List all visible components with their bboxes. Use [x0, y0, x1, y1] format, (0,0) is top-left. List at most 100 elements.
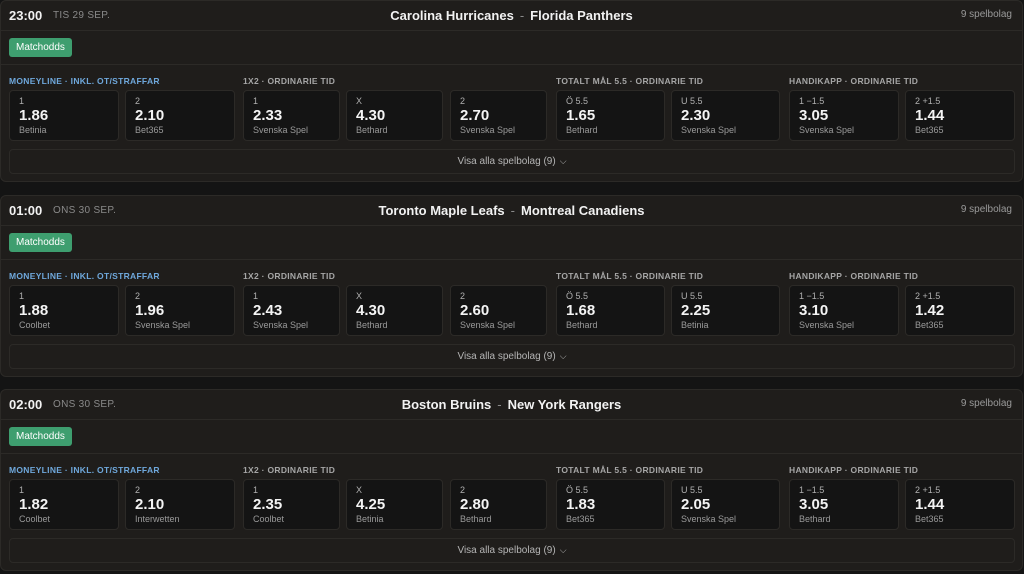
odds-outcome: X [356, 96, 363, 106]
odds-value: 2.70 [460, 107, 490, 124]
odds-value: 1.83 [566, 496, 596, 513]
odds-outcome: U 5.5 [681, 485, 703, 495]
market-label-1x2: 1X2 · ORDINARIE TID [243, 76, 336, 86]
market-label-moneyline: MONEYLINE · INKL. OT/STRAFFAR [9, 271, 160, 281]
home-team[interactable]: Toronto Maple Leafs [378, 203, 504, 218]
odds-button[interactable]: 2 +1.5 1.44 Bet365 [905, 90, 1015, 141]
odds-outcome: X [356, 485, 363, 495]
odds-bookie: Bet365 [135, 125, 164, 135]
market-label-total: TOTALT MÅL 5.5 · ORDINARIE TID [556, 465, 704, 475]
tab-matchodds[interactable]: Matchodds [9, 38, 72, 57]
match-teams[interactable]: Carolina Hurricanes - Florida Panthers [1, 8, 1022, 23]
odds-value: 2.35 [253, 496, 283, 513]
odds-button[interactable]: X 4.30 Bethard [346, 285, 443, 336]
odds-button[interactable]: 2 +1.5 1.44 Bet365 [905, 479, 1015, 530]
away-team[interactable]: Montreal Canadiens [521, 203, 645, 218]
tab-matchodds[interactable]: Matchodds [9, 427, 72, 446]
odds-value: 2.10 [135, 107, 165, 124]
odds-bookie: Svenska Spel [681, 125, 737, 135]
odds-bookie: Svenska Spel [460, 125, 516, 135]
odds-value: 2.43 [253, 302, 283, 319]
odds-button[interactable]: 1 2.33 Svenska Spel [243, 90, 340, 141]
odds-button[interactable]: 2 +1.5 1.42 Bet365 [905, 285, 1015, 336]
odds-outcome: U 5.5 [681, 291, 703, 301]
tab-row: Matchodds [1, 31, 1022, 65]
odds-button[interactable]: X 4.30 Bethard [346, 90, 443, 141]
odds-bookie: Bet365 [915, 125, 944, 135]
odds-button[interactable]: 1 1.82 Coolbet [9, 479, 119, 530]
odds-bookie: Svenska Spel [460, 320, 516, 330]
show-all-bookies-button[interactable]: Visa alla spelbolag (9) ⌵ [9, 149, 1015, 174]
odds-bookie: Betinia [19, 125, 47, 135]
odds-value: 1.44 [915, 107, 945, 124]
home-team[interactable]: Carolina Hurricanes [390, 8, 514, 23]
odds-outcome: 1 −1.5 [799, 96, 825, 106]
odds-button[interactable]: X 4.25 Betinia [346, 479, 443, 530]
odds-bookie: Bethard [566, 125, 598, 135]
odds-outcome: 2 [460, 485, 466, 495]
odds-value: 3.10 [799, 302, 829, 319]
odds-outcome: U 5.5 [681, 96, 703, 106]
odds-value: 4.30 [356, 107, 386, 124]
odds-bookie: Bethard [460, 514, 492, 524]
odds-value: 1.42 [915, 302, 945, 319]
odds-outcome: 1 [253, 485, 259, 495]
odds-button[interactable]: 1 2.35 Coolbet [243, 479, 340, 530]
odds-button[interactable]: U 5.5 2.30 Svenska Spel [671, 90, 780, 141]
odds-button[interactable]: Ö 5.5 1.68 Bethard [556, 285, 665, 336]
odds-button[interactable]: 2 2.80 Bethard [450, 479, 547, 530]
odds-value: 4.25 [356, 496, 386, 513]
market-label-handicap: HANDIKAPP · ORDINARIE TID [789, 76, 919, 86]
odds-value: 3.05 [799, 107, 829, 124]
show-all-bookies-button[interactable]: Visa alla spelbolag (9) ⌵ [9, 344, 1015, 369]
team-separator: - [497, 397, 502, 412]
match-teams[interactable]: Boston Bruins - New York Rangers [1, 397, 1022, 412]
odds-button[interactable]: Ö 5.5 1.65 Bethard [556, 90, 665, 141]
odds-button[interactable]: 1 −1.5 3.10 Svenska Spel [789, 285, 899, 336]
odds-value: 1.86 [19, 107, 49, 124]
chevron-down-icon: ⌵ [559, 351, 567, 361]
odds-value: 1.68 [566, 302, 596, 319]
show-all-label: Visa alla spelbolag (9) [457, 156, 556, 167]
odds-button[interactable]: 1 1.86 Betinia [9, 90, 119, 141]
odds-button[interactable]: Ö 5.5 1.83 Bet365 [556, 479, 665, 530]
away-team[interactable]: Florida Panthers [530, 8, 633, 23]
tab-row: Matchodds [1, 420, 1022, 454]
show-all-label: Visa alla spelbolag (9) [457, 545, 556, 556]
odds-button[interactable]: 2 2.10 Bet365 [125, 90, 235, 141]
tab-matchodds[interactable]: Matchodds [9, 233, 72, 252]
away-team[interactable]: New York Rangers [508, 397, 622, 412]
odds-bookie: Bet365 [915, 320, 944, 330]
show-all-label: Visa alla spelbolag (9) [457, 351, 556, 362]
odds-button[interactable]: 1 2.43 Svenska Spel [243, 285, 340, 336]
odds-button[interactable]: 2 2.70 Svenska Spel [450, 90, 547, 141]
odds-value: 2.80 [460, 496, 490, 513]
odds-button[interactable]: 2 2.10 Interwetten [125, 479, 235, 530]
odds-bookie: Coolbet [253, 514, 285, 524]
odds-value: 2.05 [681, 496, 711, 513]
match-teams[interactable]: Toronto Maple Leafs - Montreal Canadiens [1, 203, 1022, 218]
odds-value: 4.30 [356, 302, 386, 319]
odds-outcome: 2 +1.5 [915, 96, 941, 106]
odds-value: 1.96 [135, 302, 165, 319]
odds-button[interactable]: U 5.5 2.25 Betinia [671, 285, 780, 336]
odds-button[interactable]: 1 1.88 Coolbet [9, 285, 119, 336]
odds-bookie: Interwetten [135, 514, 180, 524]
odds-value: 1.44 [915, 496, 945, 513]
match-header: 02:00 ONS 30 SEP. Boston Bruins - New York… [1, 390, 1022, 420]
odds-bookie: Bet365 [566, 514, 595, 524]
odds-outcome: 1 [253, 291, 259, 301]
odds-button[interactable]: 2 1.96 Svenska Spel [125, 285, 235, 336]
odds-value: 1.88 [19, 302, 49, 319]
odds-button[interactable]: 1 −1.5 3.05 Svenska Spel [789, 90, 899, 141]
odds-button[interactable]: U 5.5 2.05 Svenska Spel [671, 479, 780, 530]
show-all-bookies-button[interactable]: Visa alla spelbolag (9) ⌵ [9, 538, 1015, 563]
home-team[interactable]: Boston Bruins [402, 397, 492, 412]
odds-bookie: Coolbet [19, 514, 51, 524]
odds-button[interactable]: 1 −1.5 3.05 Bethard [789, 479, 899, 530]
odds-outcome: 1 −1.5 [799, 485, 825, 495]
bookie-count: 9 spelbolag [960, 9, 1012, 20]
odds-bookie: Bethard [356, 320, 388, 330]
chevron-down-icon: ⌵ [559, 545, 567, 555]
odds-button[interactable]: 2 2.60 Svenska Spel [450, 285, 547, 336]
